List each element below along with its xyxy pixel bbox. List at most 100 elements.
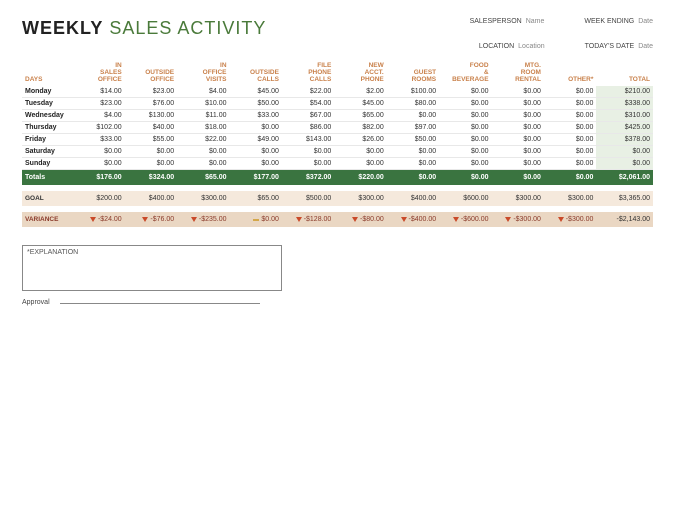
totals-cell: $0.00 [492, 170, 544, 186]
value-cell[interactable]: $0.00 [439, 122, 491, 134]
value-cell[interactable]: $0.00 [492, 122, 544, 134]
value-cell[interactable]: $49.00 [230, 134, 282, 146]
value-cell[interactable]: $0.00 [230, 122, 282, 134]
value-cell[interactable]: $26.00 [334, 134, 386, 146]
value-cell[interactable]: $0.00 [439, 134, 491, 146]
value-cell[interactable]: $4.00 [72, 110, 124, 122]
value-cell[interactable]: $0.00 [492, 86, 544, 98]
approval-label: Approval [22, 299, 50, 306]
value-cell[interactable]: $0.00 [544, 86, 596, 98]
value-cell[interactable]: $22.00 [282, 86, 334, 98]
value-cell[interactable]: $76.00 [125, 98, 177, 110]
value-cell[interactable]: $378.00 [596, 134, 653, 146]
value-cell[interactable]: $0.00 [544, 134, 596, 146]
value-cell[interactable]: $14.00 [72, 86, 124, 98]
value-cell[interactable]: $23.00 [125, 86, 177, 98]
goal-cell[interactable]: $300.00 [544, 191, 596, 206]
value-cell[interactable]: $310.00 [596, 110, 653, 122]
value-cell[interactable]: $0.00 [72, 158, 124, 170]
value-cell[interactable]: $210.00 [596, 86, 653, 98]
value-cell[interactable]: $65.00 [334, 110, 386, 122]
goal-cell[interactable]: $600.00 [439, 191, 491, 206]
value-cell[interactable]: $0.00 [439, 146, 491, 158]
goal-cell[interactable]: $400.00 [387, 191, 439, 206]
value-cell[interactable]: $338.00 [596, 98, 653, 110]
goal-cell[interactable]: $400.00 [125, 191, 177, 206]
value-cell[interactable]: $425.00 [596, 122, 653, 134]
value-cell[interactable]: $0.00 [544, 110, 596, 122]
value-cell[interactable]: $0.00 [230, 146, 282, 158]
totals-cell: $2,061.00 [596, 170, 653, 186]
value-cell[interactable]: $0.00 [439, 86, 491, 98]
value-cell[interactable]: $33.00 [230, 110, 282, 122]
value-cell[interactable]: $0.00 [334, 158, 386, 170]
value-cell[interactable]: $50.00 [230, 98, 282, 110]
meta-weekending-value[interactable]: Date [638, 18, 653, 25]
value-cell[interactable]: $40.00 [125, 122, 177, 134]
value-cell[interactable]: $0.00 [596, 158, 653, 170]
value-cell[interactable]: $143.00 [282, 134, 334, 146]
value-cell[interactable]: $11.00 [177, 110, 229, 122]
meta-todaysdate-value[interactable]: Date [638, 43, 653, 50]
goal-cell[interactable]: $300.00 [492, 191, 544, 206]
value-cell[interactable]: $82.00 [334, 122, 386, 134]
goal-cell[interactable]: $300.00 [334, 191, 386, 206]
value-cell[interactable]: $0.00 [492, 146, 544, 158]
explanation-box[interactable]: *EXPLANATION [22, 245, 282, 291]
value-cell[interactable]: $0.00 [544, 98, 596, 110]
value-cell[interactable]: $54.00 [282, 98, 334, 110]
goal-cell[interactable]: $300.00 [177, 191, 229, 206]
meta-location-value[interactable]: Location [518, 43, 544, 50]
value-cell[interactable]: $18.00 [177, 122, 229, 134]
value-cell[interactable]: $10.00 [177, 98, 229, 110]
value-cell[interactable]: $45.00 [230, 86, 282, 98]
value-cell[interactable]: $55.00 [125, 134, 177, 146]
value-cell[interactable]: $0.00 [492, 98, 544, 110]
table-row: Friday$33.00$55.00$22.00$49.00$143.00$26… [22, 134, 653, 146]
value-cell[interactable]: $0.00 [334, 146, 386, 158]
value-cell[interactable]: $33.00 [72, 134, 124, 146]
goal-cell[interactable]: $65.00 [230, 191, 282, 206]
value-cell[interactable]: $0.00 [125, 158, 177, 170]
goal-cell[interactable]: $3,365.00 [596, 191, 653, 206]
value-cell[interactable]: $0.00 [544, 122, 596, 134]
value-cell[interactable]: $0.00 [72, 146, 124, 158]
value-cell[interactable]: $67.00 [282, 110, 334, 122]
value-cell[interactable]: $0.00 [439, 110, 491, 122]
goal-cell[interactable]: $500.00 [282, 191, 334, 206]
value-cell[interactable]: $0.00 [282, 158, 334, 170]
value-cell[interactable]: $0.00 [596, 146, 653, 158]
approval-signature-line[interactable] [60, 303, 260, 304]
value-cell[interactable]: $0.00 [492, 158, 544, 170]
value-cell[interactable]: $0.00 [387, 146, 439, 158]
value-cell[interactable]: $2.00 [334, 86, 386, 98]
value-cell[interactable]: $0.00 [387, 110, 439, 122]
variance-cell: -$300.00 [544, 212, 596, 227]
value-cell[interactable]: $0.00 [439, 158, 491, 170]
value-cell[interactable]: $100.00 [387, 86, 439, 98]
value-cell[interactable]: $102.00 [72, 122, 124, 134]
value-cell[interactable]: $0.00 [282, 146, 334, 158]
value-cell[interactable]: $0.00 [125, 146, 177, 158]
meta-salesperson-value[interactable]: Name [526, 18, 545, 25]
value-cell[interactable]: $0.00 [439, 98, 491, 110]
value-cell[interactable]: $50.00 [387, 134, 439, 146]
value-cell[interactable]: $0.00 [177, 158, 229, 170]
value-cell[interactable]: $23.00 [72, 98, 124, 110]
value-cell[interactable]: $0.00 [387, 158, 439, 170]
value-cell[interactable]: $130.00 [125, 110, 177, 122]
value-cell[interactable]: $0.00 [230, 158, 282, 170]
value-cell[interactable]: $86.00 [282, 122, 334, 134]
value-cell[interactable]: $4.00 [177, 86, 229, 98]
value-cell[interactable]: $22.00 [177, 134, 229, 146]
value-cell[interactable]: $97.00 [387, 122, 439, 134]
value-cell[interactable]: $0.00 [544, 158, 596, 170]
value-cell[interactable]: $0.00 [492, 110, 544, 122]
value-cell[interactable]: $0.00 [492, 134, 544, 146]
value-cell[interactable]: $0.00 [177, 146, 229, 158]
value-cell[interactable]: $45.00 [334, 98, 386, 110]
value-cell[interactable]: $80.00 [387, 98, 439, 110]
goal-cell[interactable]: $200.00 [72, 191, 124, 206]
table-row: Sunday$0.00$0.00$0.00$0.00$0.00$0.00$0.0… [22, 158, 653, 170]
value-cell[interactable]: $0.00 [544, 146, 596, 158]
